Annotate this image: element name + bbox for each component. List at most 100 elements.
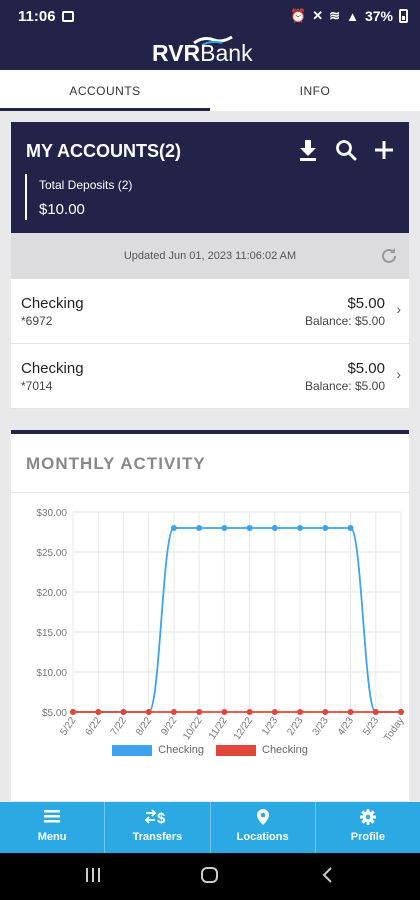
system-nav-bar bbox=[0, 853, 420, 900]
data-point bbox=[297, 709, 304, 715]
data-point bbox=[145, 709, 152, 715]
data-point bbox=[196, 525, 203, 531]
nav-menu-label: Menu bbox=[37, 831, 67, 843]
battery-icon bbox=[399, 9, 408, 23]
series-line bbox=[73, 527, 401, 713]
alarm-icon: ⏰ bbox=[290, 8, 307, 23]
gallery-icon bbox=[62, 11, 74, 22]
x-tick-label: 5/23 bbox=[361, 715, 381, 738]
account-balance: Balance: $5.00 bbox=[304, 379, 385, 393]
legend-label: Checking bbox=[262, 744, 308, 756]
data-point bbox=[322, 525, 329, 531]
menu-icon bbox=[0, 808, 104, 828]
updated-text: Updated Jun 01, 2023 11:06:02 AM bbox=[123, 250, 297, 262]
bottom-nav: Menu $ Transfers Locations Profile bbox=[0, 802, 420, 853]
y-tick-label: $10.00 bbox=[36, 668, 67, 679]
y-tick-label: $15.00 bbox=[36, 628, 67, 639]
account-amount: $5.00 bbox=[347, 360, 385, 377]
home-icon[interactable] bbox=[200, 865, 220, 890]
nav-locations[interactable]: Locations bbox=[211, 802, 316, 853]
recent-apps-icon[interactable] bbox=[84, 865, 102, 890]
back-icon[interactable] bbox=[320, 865, 336, 890]
x-tick-label: 12/22 bbox=[232, 715, 256, 742]
data-point bbox=[170, 525, 177, 531]
x-tick-label: 9/22 bbox=[159, 715, 179, 738]
accounts-list: Checking *6972 $5.00 Balance: $5.00 › Ch… bbox=[11, 279, 409, 409]
monthly-activity-chart: $5.00$10.00$15.00$20.00$25.00$30.005/22 6… bbox=[36, 508, 406, 744]
account-name: Checking bbox=[21, 360, 84, 377]
x-tick-label: 1/23 bbox=[260, 715, 280, 738]
x-tick-label: 11/22 bbox=[207, 715, 230, 742]
data-point bbox=[246, 709, 253, 715]
add-account-icon[interactable] bbox=[373, 138, 395, 162]
accounts-header: MY ACCOUNTS(2) Total Deposits (2) $10.00 bbox=[11, 122, 409, 233]
nav-profile-label: Profile bbox=[350, 831, 385, 843]
data-point bbox=[372, 709, 379, 715]
data-point bbox=[347, 525, 354, 531]
data-point bbox=[221, 525, 228, 531]
nav-menu[interactable]: Menu bbox=[0, 802, 106, 853]
y-tick-label: $20.00 bbox=[36, 588, 67, 599]
legend-item: Checking bbox=[216, 744, 308, 756]
account-amount: $5.00 bbox=[347, 295, 385, 312]
download-icon[interactable] bbox=[297, 138, 319, 162]
x-tick-label: 10/22 bbox=[181, 715, 205, 742]
account-row[interactable]: Checking *7014 $5.00 Balance: $5.00 › bbox=[11, 344, 409, 409]
data-point bbox=[95, 709, 102, 715]
account-number: *7014 bbox=[21, 379, 53, 393]
status-time: 11:06 bbox=[18, 8, 56, 25]
svg-text:$: $ bbox=[157, 810, 166, 826]
monthly-activity-title: MONTHLY ACTIVITY bbox=[26, 454, 206, 473]
legend-label: Checking bbox=[158, 744, 204, 756]
total-deposits: Total Deposits (2) $10.00 bbox=[25, 174, 132, 220]
y-tick-label: $25.00 bbox=[36, 548, 67, 559]
x-tick-label: 6/22 bbox=[84, 715, 104, 738]
nav-transfers[interactable]: $ Transfers bbox=[105, 802, 211, 853]
y-tick-label: $5.00 bbox=[42, 708, 67, 719]
data-point bbox=[70, 709, 76, 715]
data-point bbox=[297, 525, 304, 531]
x-tick-label: 3/23 bbox=[311, 715, 331, 738]
nav-profile[interactable]: Profile bbox=[316, 802, 420, 853]
refresh-icon[interactable] bbox=[379, 246, 399, 271]
divider bbox=[11, 492, 409, 493]
x-tick-label: 7/22 bbox=[109, 715, 129, 738]
legend-swatch bbox=[112, 744, 153, 756]
data-point bbox=[322, 709, 329, 715]
mute-icon: ✕ bbox=[312, 8, 324, 23]
signal-icon: ▲ bbox=[346, 8, 359, 24]
x-tick-label: 4/23 bbox=[336, 715, 356, 738]
tab-info[interactable]: INFO bbox=[210, 70, 420, 111]
nav-locations-label: Locations bbox=[236, 831, 289, 843]
account-name: Checking bbox=[21, 295, 84, 312]
chart-legend: Checking Checking bbox=[11, 744, 409, 756]
y-tick-label: $30.00 bbox=[36, 508, 67, 519]
monthly-activity-card: MONTHLY ACTIVITY $5.00 $10.00 $15.00 $20.00… bbox=[11, 430, 409, 801]
chevron-right-icon: › bbox=[396, 301, 401, 317]
bank-logo: RVRBank bbox=[152, 40, 253, 66]
x-tick-label: Today bbox=[382, 715, 406, 743]
nav-transfers-label: Transfers bbox=[132, 831, 183, 843]
gear-icon bbox=[316, 808, 420, 828]
data-point bbox=[221, 709, 228, 715]
app-header: RVRBank bbox=[0, 32, 420, 70]
data-point bbox=[271, 525, 278, 531]
account-number: *6972 bbox=[21, 314, 53, 328]
location-pin-icon bbox=[211, 808, 315, 828]
legend-item: Checking bbox=[112, 744, 204, 756]
x-tick-label: 8/22 bbox=[134, 715, 154, 738]
data-point bbox=[196, 709, 203, 715]
accounts-title: MY ACCOUNTS(2) bbox=[26, 141, 182, 161]
total-deposits-label: Total Deposits (2) bbox=[39, 178, 133, 192]
tab-accounts[interactable]: ACCOUNTS bbox=[0, 70, 210, 111]
transfers-icon: $ bbox=[105, 808, 209, 828]
status-bar: 11:06 ⏰ ✕ ≋ ▲ 37% bbox=[0, 0, 420, 32]
search-icon[interactable] bbox=[335, 138, 357, 162]
wifi-icon: ≋ bbox=[329, 8, 341, 23]
battery-percent: 37% bbox=[364, 8, 393, 24]
x-tick-label: 2/23 bbox=[285, 715, 305, 738]
data-point bbox=[347, 709, 354, 715]
status-icons: ⏰ ✕ ≋ ▲ 37% bbox=[290, 8, 408, 24]
data-point bbox=[246, 525, 253, 531]
account-row[interactable]: Checking *6972 $5.00 Balance: $5.00 › bbox=[11, 279, 409, 344]
